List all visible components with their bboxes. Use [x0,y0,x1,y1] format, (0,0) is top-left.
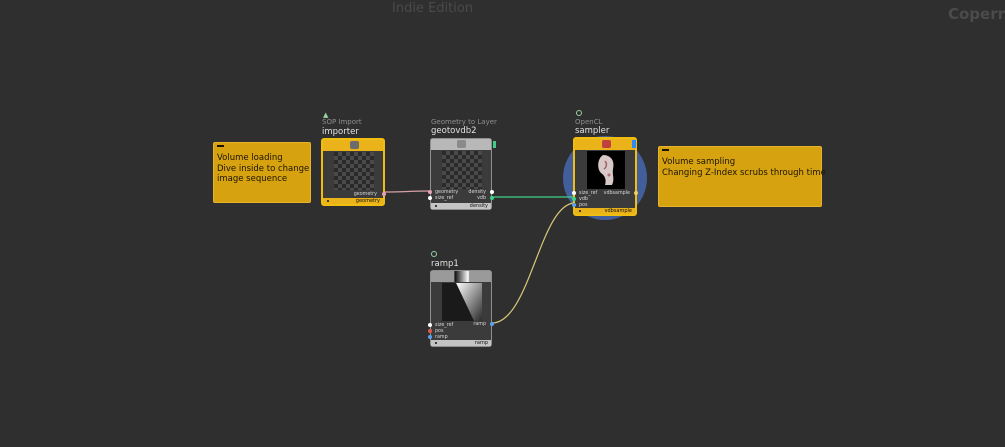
input-port-label: size_ref [579,191,598,196]
note-line: Volume sampling [662,157,736,167]
geometry-to-layer-icon [457,140,466,148]
node-thumbnail [587,151,625,189]
node-geotovdb2[interactable]: geometry size_ref density vdb density [428,138,496,210]
input-port-label: vdb [579,197,588,202]
input-port-ramp[interactable] [428,335,432,339]
note-line: Volume loading [217,153,283,163]
display-flag[interactable] [632,140,636,148]
sampled-volume-preview [598,155,614,185]
output-port-label: vdb [477,196,486,201]
output-port-geometry[interactable] [382,192,386,196]
input-port-geometry[interactable] [428,190,432,194]
warning-triangle-icon: ▲ [323,111,329,119]
ramp-preview [442,283,482,321]
output-port-label: ramp [473,322,486,327]
node-footer: vdbsample [575,208,635,214]
wire-ramp[interactable] [491,202,576,324]
output-port-density[interactable] [490,190,494,194]
sop-import-icon [350,141,359,149]
note-line: image sequence [217,174,288,184]
node-header[interactable] [575,139,635,150]
status-circle-icon [576,110,582,116]
input-port-pos[interactable] [572,203,576,207]
node-type-label: OpenCL [575,110,602,126]
network-editor-canvas[interactable]: Indie Edition Coperr Volume loading Dive… [0,0,1005,447]
input-port-vdb[interactable] [572,197,576,201]
input-port-size-ref[interactable] [428,196,432,200]
display-flag[interactable] [493,141,496,148]
node-header[interactable] [431,139,491,150]
node-thumbnail [442,283,482,321]
node-sampler[interactable]: size_ref vdb pos vdbsample vdbsample [572,137,638,216]
note-line: Changing Z-Index scrubs through time [662,167,826,178]
wire-geometry[interactable] [384,190,431,193]
note-drag-handle[interactable] [662,149,669,151]
output-port-label: density [468,190,486,195]
output-port-vdb[interactable] [490,196,494,200]
input-port-label: size_ref [435,196,454,201]
input-port-label: geometry [435,190,459,195]
node-footer: ramp [431,340,491,346]
output-port-vdbsample[interactable] [634,191,638,195]
input-port-label: size_ref [435,323,454,328]
node-header[interactable] [431,271,491,282]
node-ramp1[interactable]: size_ref pos ramp ramp ramp [428,270,494,347]
input-port-size-ref[interactable] [572,191,576,195]
node-name-ramp1[interactable]: ramp1 [431,259,459,269]
node-footer: geometry [323,198,383,204]
sticky-note-volume-loading[interactable]: Volume loading Dive inside to change ima… [213,142,311,203]
note-drag-handle[interactable] [217,145,224,147]
node-thumbnail [334,152,374,190]
node-type-label: Geometry to Layer [431,118,497,126]
input-port-label: pos [435,329,444,334]
status-circle-icon [431,251,437,257]
opencl-icon [602,140,611,148]
sticky-note-volume-sampling[interactable]: Volume sampling Changing Z-Index scrubs … [658,146,826,207]
node-header[interactable] [323,140,383,151]
input-port-size-ref[interactable] [428,323,432,327]
node-footer: density [431,203,491,209]
node-importer[interactable]: geometry geometry [321,138,386,206]
node-name-geotovdb2[interactable]: geotovdb2 [431,126,477,136]
node-name-sampler[interactable]: sampler [575,126,609,136]
note-line: Dive inside to change [217,163,310,174]
connection-wires [384,136,647,324]
output-port-ramp[interactable] [490,322,494,326]
node-name-importer[interactable]: importer [322,127,359,137]
output-port-label: vdbsample [603,191,630,196]
node-type-label: ▲ SOP Import [322,111,362,126]
input-port-pos[interactable] [428,329,432,333]
node-thumbnail [442,151,482,189]
output-port-label: geometry [353,192,377,197]
